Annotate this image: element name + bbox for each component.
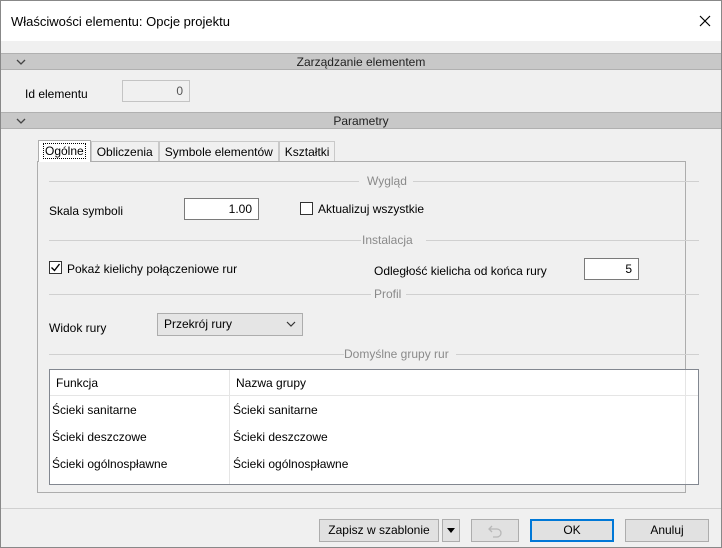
column-header-function[interactable]: Funkcja	[56, 376, 98, 390]
row-group-name: Ścieki sanitarne	[233, 403, 318, 417]
element-id-label: Id elementu	[25, 87, 88, 101]
group-title-installation: Instalacja	[362, 233, 413, 247]
pipe-view-label: Widok rury	[49, 321, 107, 335]
row-group-name: Ścieki deszczowe	[233, 430, 328, 444]
section-title: Parametry	[333, 114, 389, 128]
tab-general[interactable]: Ogólne	[38, 140, 91, 162]
table-row[interactable]: Ścieki sanitarne Ścieki sanitarne	[50, 397, 698, 424]
element-id-field: 0	[122, 80, 190, 102]
show-sockets-label[interactable]: Pokaż kielichy połączeniowe rur	[67, 262, 237, 276]
tab-element-symbols[interactable]: Symbole elementów	[158, 141, 279, 161]
section-title: Zarządzanie elementem	[296, 55, 426, 69]
close-button[interactable]	[689, 1, 721, 41]
tab-fittings[interactable]: Kształtki	[278, 141, 336, 161]
table-row[interactable]: Ścieki deszczowe Ścieki deszczowe	[50, 424, 698, 451]
window-title: Właściwości elementu: Opcje projektu	[11, 14, 230, 29]
scale-input[interactable]: 1.00	[184, 198, 259, 220]
ok-button[interactable]: OK	[530, 519, 614, 542]
pipe-groups-table[interactable]: Funkcja Nazwa grupy Ścieki sanitarne Ści…	[49, 369, 699, 485]
show-sockets-checkbox[interactable]	[49, 261, 62, 274]
close-icon	[699, 15, 711, 27]
scale-label: Skala symboli	[49, 204, 124, 218]
table-header: Funkcja Nazwa grupy	[50, 370, 698, 396]
checkmark-icon	[51, 263, 61, 272]
socket-distance-input[interactable]: 5	[584, 258, 639, 280]
row-function: Ścieki sanitarne	[52, 403, 137, 417]
save-template-button[interactable]: Zapisz w szablonie	[319, 519, 439, 542]
tab-strip: Ogólne Obliczenia Symbole elementów Kszt…	[38, 140, 336, 162]
footer-divider	[1, 508, 721, 509]
section-header-management[interactable]: Zarządzanie elementem	[1, 53, 721, 70]
save-template-dropdown-button[interactable]	[442, 519, 460, 542]
group-divider	[413, 181, 699, 182]
tab-calculations[interactable]: Obliczenia	[90, 141, 159, 161]
table-row[interactable]: Ścieki ogólnospławne Ścieki ogólnospławn…	[50, 451, 698, 478]
group-divider	[49, 354, 344, 355]
pipe-view-value: Przekrój rury	[164, 317, 233, 331]
title-bar: Właściwości elementu: Opcje projektu	[1, 1, 721, 41]
group-title-appearance: Wygląd	[367, 174, 407, 188]
column-header-group-name[interactable]: Nazwa grupy	[236, 376, 306, 390]
undo-icon	[488, 525, 502, 538]
group-divider	[49, 240, 361, 241]
chevron-down-icon	[286, 321, 296, 327]
group-divider	[406, 294, 699, 295]
update-all-label[interactable]: Aktualizuj wszystkie	[318, 202, 424, 216]
cancel-button[interactable]: Anuluj	[625, 519, 709, 542]
row-function: Ścieki ogólnospławne	[52, 457, 168, 471]
section-header-parameters[interactable]: Parametry	[1, 112, 721, 129]
group-title-profile: Profil	[374, 287, 402, 301]
group-title-default-groups: Domyślne grupy rur	[344, 347, 449, 361]
dialog-window: Właściwości elementu: Opcje projektu Zar…	[0, 0, 722, 548]
row-group-name: Ścieki ogólnospławne	[233, 457, 349, 471]
group-divider	[49, 294, 371, 295]
group-divider	[49, 181, 359, 182]
group-divider	[456, 354, 699, 355]
group-divider	[426, 240, 699, 241]
undo-button[interactable]	[471, 519, 519, 542]
caret-down-icon	[447, 528, 455, 533]
socket-distance-label: Odległość kielicha od końca rury	[374, 264, 547, 278]
pipe-view-select[interactable]: Przekrój rury	[157, 313, 303, 336]
row-function: Ścieki deszczowe	[52, 430, 147, 444]
update-all-checkbox[interactable]	[300, 202, 313, 215]
